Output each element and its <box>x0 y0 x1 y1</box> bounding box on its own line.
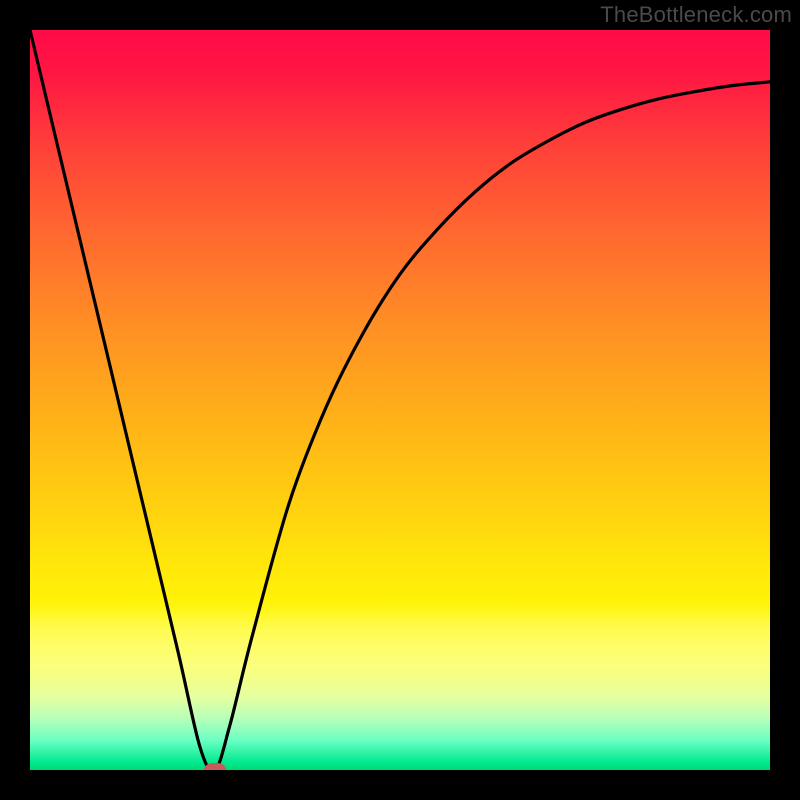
watermark-text: TheBottleneck.com <box>600 2 792 28</box>
minimum-marker <box>204 763 226 770</box>
plot-area <box>30 30 770 770</box>
chart-frame: TheBottleneck.com <box>0 0 800 800</box>
bottleneck-curve <box>30 30 770 770</box>
